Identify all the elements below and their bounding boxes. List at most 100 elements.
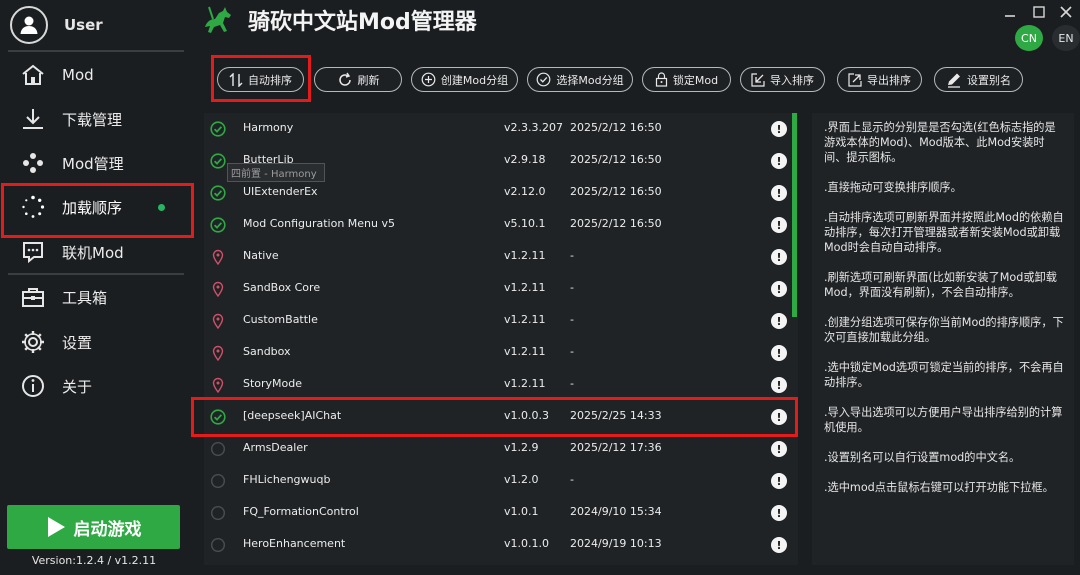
mod-date: 2025/2/12 17:36 (570, 441, 662, 454)
mod-row[interactable]: [deepseek]AIChat v1.0.0.3 2025/2/25 14:33! (204, 401, 798, 433)
info-alert-icon[interactable]: ! (771, 281, 787, 297)
mod-version: v5.10.1 (504, 217, 546, 230)
import-order-button[interactable]: 导入排序 (740, 67, 825, 92)
help-paragraph: .选中锁定Mod选项可锁定当前的排序，不会再自动排序。 (824, 361, 1064, 389)
sidebar-item-settings[interactable]: 设置 (0, 322, 193, 362)
unchecked-circle-icon[interactable] (210, 505, 226, 521)
create-group-button[interactable]: 创建Mod分组 (411, 67, 518, 92)
location-pin-icon[interactable] (210, 377, 226, 394)
set-alias-label: 设置别名 (967, 73, 1011, 87)
close-button[interactable] (1057, 4, 1075, 20)
mod-date: 2024/9/19 10:13 (570, 537, 662, 550)
info-alert-icon[interactable]: ! (771, 313, 787, 329)
mod-date: 2025/2/12 16:50 (570, 185, 662, 198)
mod-date: 2024/9/10 15:34 (570, 505, 662, 518)
divider (8, 273, 184, 275)
export-order-label: 导出排序 (867, 73, 911, 87)
minimize-button[interactable] (1001, 4, 1019, 20)
export-icon (848, 72, 862, 87)
info-alert-icon[interactable]: ! (771, 217, 787, 233)
location-pin-icon[interactable] (210, 249, 226, 266)
sidebar-item-label: 联机Mod (62, 243, 124, 262)
checked-circle-icon[interactable] (210, 185, 226, 201)
sidebar-item-mod-manage[interactable]: Mod管理 (0, 143, 193, 183)
mod-row[interactable]: ArmsDealer v1.2.9 2025/2/12 17:36! (204, 433, 798, 465)
info-alert-icon[interactable]: ! (771, 473, 787, 489)
lock-icon (655, 72, 667, 87)
mod-row[interactable]: Native v1.2.11 -! (204, 241, 798, 273)
sidebar-item-load-order[interactable]: 加载顺序 (0, 187, 193, 227)
lang-cn-button[interactable]: CN (1015, 25, 1043, 51)
avatar[interactable] (10, 6, 48, 44)
info-alert-icon[interactable]: ! (771, 537, 787, 553)
checked-circle-icon[interactable] (210, 409, 226, 425)
set-alias-button[interactable]: 设置别名 (934, 67, 1023, 92)
user-profile[interactable]: User (10, 6, 103, 44)
location-pin-icon[interactable] (210, 345, 226, 362)
mod-row[interactable]: StoryMode v1.2.11 -! (204, 369, 798, 401)
mod-row[interactable]: Harmony v2.3.3.207 2025/2/12 16:50! (204, 113, 798, 145)
info-alert-icon[interactable]: ! (771, 505, 787, 521)
unchecked-circle-icon[interactable] (210, 537, 226, 553)
sidebar-item-mod[interactable]: Mod (0, 55, 193, 95)
horse-logo-icon (205, 6, 231, 33)
chat-icon (20, 239, 46, 265)
info-alert-icon[interactable]: ! (771, 377, 787, 393)
mod-version: v1.0.1.0 (504, 537, 549, 550)
mod-date: 2025/2/12 16:50 (570, 217, 662, 230)
play-icon (47, 517, 65, 537)
sidebar-item-about[interactable]: 关于 (0, 366, 193, 406)
scrollbar-thumb[interactable] (792, 113, 797, 317)
checked-circle-icon[interactable] (210, 121, 226, 137)
mod-version: v1.2.11 (504, 345, 546, 358)
divider (8, 50, 184, 52)
sidebar-item-toolbox[interactable]: 工具箱 (0, 277, 193, 317)
mod-row[interactable]: CustomBattle v1.2.11 -! (204, 305, 798, 337)
export-order-button[interactable]: 导出排序 (837, 67, 922, 92)
mod-row[interactable]: SandBox Core v1.2.11 -! (204, 273, 798, 305)
info-alert-icon[interactable]: ! (771, 441, 787, 457)
mod-version: v1.2.0 (504, 473, 539, 486)
info-alert-icon[interactable]: ! (771, 409, 787, 425)
mod-row[interactable]: Mod Configuration Menu v5 v5.10.1 2025/2/1… (204, 209, 798, 241)
maximize-button[interactable] (1030, 4, 1048, 20)
create-group-label: 创建Mod分组 (440, 73, 509, 87)
info-alert-icon[interactable]: ! (771, 153, 787, 169)
lang-en-button[interactable]: EN (1052, 25, 1080, 51)
mod-version: v1.0.1 (504, 505, 539, 518)
sort-icon (229, 72, 243, 87)
unchecked-circle-icon[interactable] (210, 441, 226, 457)
info-alert-icon[interactable]: ! (771, 345, 787, 361)
checked-circle-icon[interactable] (210, 217, 226, 233)
auto-sort-button[interactable]: 自动排序 (217, 67, 304, 92)
refresh-button[interactable]: 刷新 (314, 67, 402, 92)
unchecked-circle-icon[interactable] (210, 473, 226, 489)
help-paragraph: .设置别名可以自行设置mod的中文名。 (824, 451, 1021, 464)
info-alert-icon[interactable]: ! (771, 121, 787, 137)
mod-date: - (570, 281, 574, 294)
sidebar-item-multiplayer[interactable]: 联机Mod (0, 232, 193, 272)
start-game-button[interactable]: 启动游戏 (7, 505, 180, 549)
mod-name: ArmsDealer (243, 441, 308, 454)
location-pin-icon[interactable] (210, 313, 226, 330)
mod-row[interactable]: FHLichengwuqb v1.2.0 -! (204, 465, 798, 497)
mod-row[interactable]: Sandbox v1.2.11 -! (204, 337, 798, 369)
toolbox-icon (20, 284, 46, 310)
mod-row[interactable]: HeroEnhancement v1.0.1.0 2024/9/19 10:13! (204, 529, 798, 561)
mod-date: - (570, 377, 574, 390)
sidebar-item-download[interactable]: 下载管理 (0, 99, 193, 139)
mod-name: Harmony (243, 121, 294, 134)
mod-version: v1.2.11 (504, 249, 546, 262)
mod-date: 2025/2/12 16:50 (570, 121, 662, 134)
info-alert-icon[interactable]: ! (771, 249, 787, 265)
info-alert-icon[interactable]: ! (771, 185, 787, 201)
location-pin-icon[interactable] (210, 281, 226, 298)
mod-row[interactable]: FQ_FormationControl v1.0.1 2024/9/10 15:34… (204, 497, 798, 529)
select-group-button[interactable]: 选择Mod分组 (527, 67, 633, 92)
toolbar: 自动排序 刷新 创建Mod分组 选择Mod分组 锁定Mod 导入排序 导出排序 … (193, 56, 1080, 102)
lock-mod-button[interactable]: 锁定Mod (642, 67, 731, 92)
close-icon (1060, 6, 1072, 18)
checked-circle-icon[interactable] (210, 153, 226, 169)
auto-sort-label: 自动排序 (248, 73, 292, 87)
refresh-label: 刷新 (357, 73, 380, 87)
